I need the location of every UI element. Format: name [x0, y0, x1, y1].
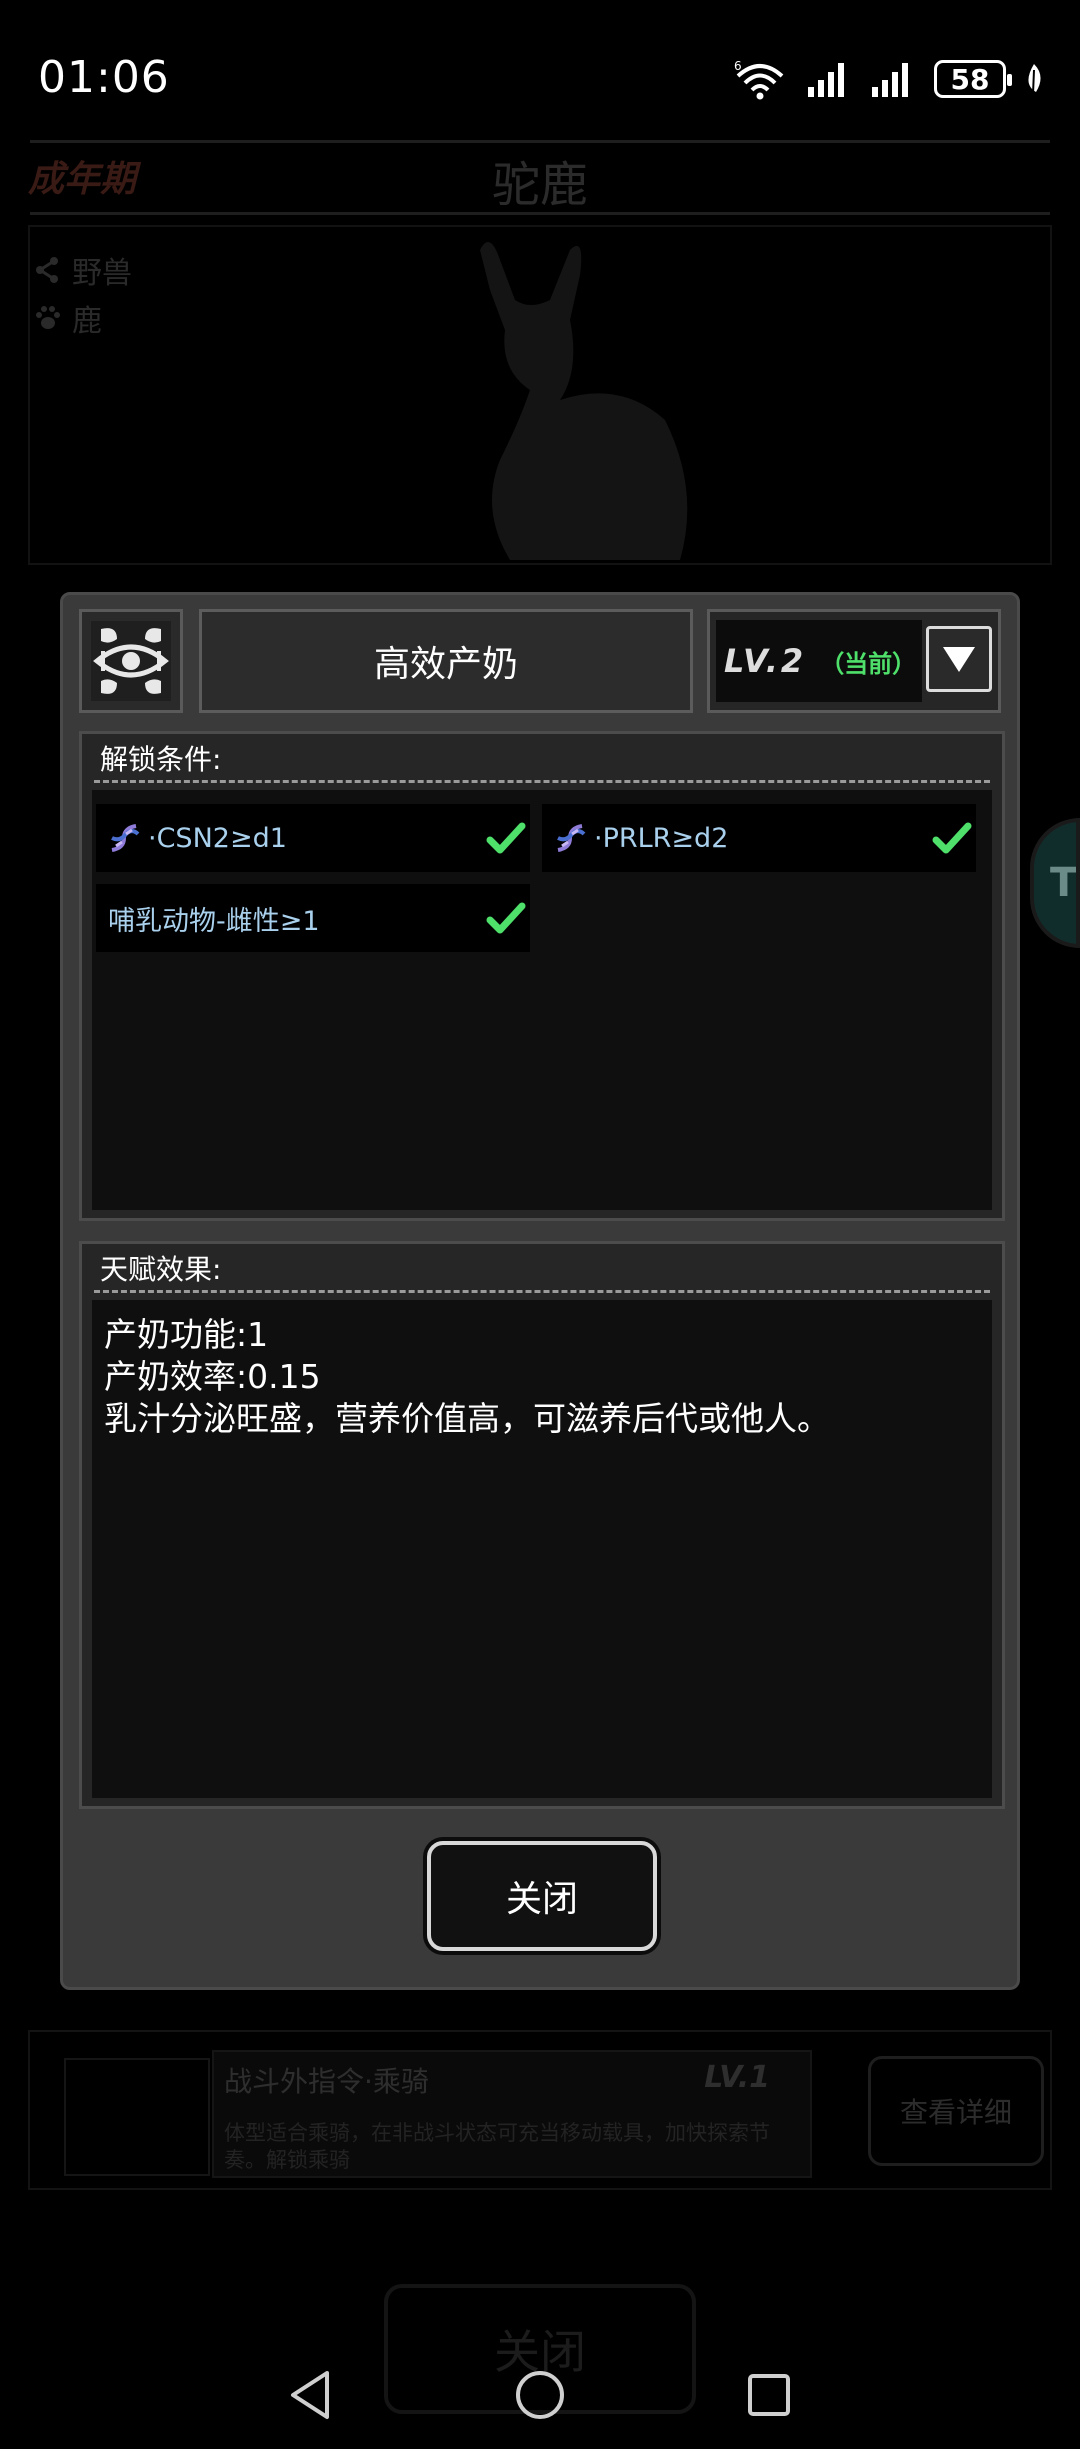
- effect-line: 产奶效率:0.15: [104, 1357, 321, 1396]
- side-tab: T: [1030, 818, 1080, 948]
- view-details-button: 查看详细: [868, 2056, 1044, 2166]
- skill-card: 战斗外指令·乘骑 LV.1 体型适合乘骑，在非战斗状态可充当移动载具，加快探索节…: [28, 2030, 1052, 2190]
- checkmark-icon: [486, 902, 526, 934]
- condition-item: ·PRLR≥d2: [542, 804, 976, 872]
- talent-detail-dialog: 高效产奶 LV.2 （当前） 解锁条件: ·CSN2≥d1 ·PRLR≥d2 哺…: [60, 592, 1020, 1990]
- effect-line: 乳汁分泌旺盛，营养价值高，可滋养后代或他人。: [104, 1399, 830, 1438]
- recent-apps-button[interactable]: [734, 2360, 804, 2430]
- dna-icon: [104, 818, 144, 858]
- system-navigation-bar: [0, 2340, 1080, 2449]
- talent-emblem-icon: [79, 609, 183, 713]
- animal-name-title: 驼鹿: [491, 157, 588, 213]
- panel-divider: [94, 1290, 990, 1293]
- wifi-badge: 6: [734, 59, 742, 73]
- clock-time: 01:06: [38, 52, 170, 103]
- unlock-conditions-list: ·CSN2≥d1 ·PRLR≥d2 哺乳动物-雌性≥1: [92, 790, 992, 1210]
- dna-icon: [550, 818, 590, 858]
- condition-item: ·CSN2≥d1: [96, 804, 530, 872]
- effect-line: 产奶功能:1: [104, 1315, 269, 1354]
- condition-text: ·PRLR≥d2: [594, 822, 729, 854]
- header-divider-bottom: [30, 212, 1050, 215]
- level-label: LV.2: [724, 642, 807, 680]
- triangle-down-icon: [943, 647, 975, 672]
- level-display: LV.2 （当前）: [716, 620, 922, 702]
- unlock-conditions-panel: 解锁条件: ·CSN2≥d1 ·PRLR≥d2 哺乳动物-雌性≥1: [79, 731, 1005, 1221]
- recents-square-icon: [748, 2374, 790, 2416]
- signal-icon: [808, 63, 844, 97]
- skill-card-level: LV.1: [704, 2060, 770, 2095]
- panel-divider: [94, 780, 990, 783]
- battery-indicator: 58: [934, 60, 1012, 98]
- talent-effects-title: 天赋效果:: [100, 1253, 222, 1286]
- level-dropdown-button[interactable]: [926, 626, 992, 692]
- moose-silhouette-image: [480, 242, 688, 560]
- level-current-tag: （当前）: [820, 649, 917, 678]
- home-circle-icon: [516, 2371, 564, 2419]
- leaf-icon: [1028, 64, 1041, 95]
- condition-text: ·CSN2≥d1: [148, 822, 287, 854]
- skill-card-description: 体型适合乘骑，在非战斗状态可充当移动载具，加快探索节奏。解锁乘骑: [224, 2121, 770, 2172]
- effects-text-block: 产奶功能:1 产奶效率:0.15 乳汁分泌旺盛，营养价值高，可滋养后代或他人。: [104, 1314, 830, 1440]
- checkmark-icon: [932, 822, 972, 854]
- wifi-6-icon: 6: [734, 59, 784, 100]
- skill-card-body: 战斗外指令·乘骑 LV.1 体型适合乘骑，在非战斗状态可充当移动载具，加快探索节…: [212, 2050, 812, 2178]
- close-button[interactable]: 关闭: [427, 1841, 657, 1951]
- talent-effects-panel: 天赋效果: 产奶功能:1 产奶效率:0.15 乳汁分泌旺盛，营养价值高，可滋养后…: [79, 1241, 1005, 1809]
- status-bar: 01:06 6 58: [0, 0, 1080, 150]
- home-button[interactable]: [505, 2360, 575, 2430]
- unlock-conditions-title: 解锁条件:: [100, 743, 222, 776]
- level-selector: LV.2 （当前）: [707, 609, 1001, 713]
- talent-effects-body: 产奶功能:1 产奶效率:0.15 乳汁分泌旺盛，营养价值高，可滋养后代或他人。: [92, 1300, 992, 1798]
- skill-card-icon: [64, 2058, 210, 2176]
- talent-name: 高效产奶: [199, 609, 693, 713]
- condition-text: 哺乳动物-雌性≥1: [108, 905, 320, 937]
- back-button[interactable]: [276, 2360, 346, 2430]
- checkmark-icon: [486, 822, 526, 854]
- signal-icon-2: [872, 63, 908, 97]
- back-triangle-icon: [291, 2371, 329, 2419]
- dialog-header: 高效产奶 LV.2 （当前）: [79, 609, 1001, 717]
- status-icons: 6 58: [732, 56, 1044, 102]
- condition-item: 哺乳动物-雌性≥1: [96, 884, 530, 952]
